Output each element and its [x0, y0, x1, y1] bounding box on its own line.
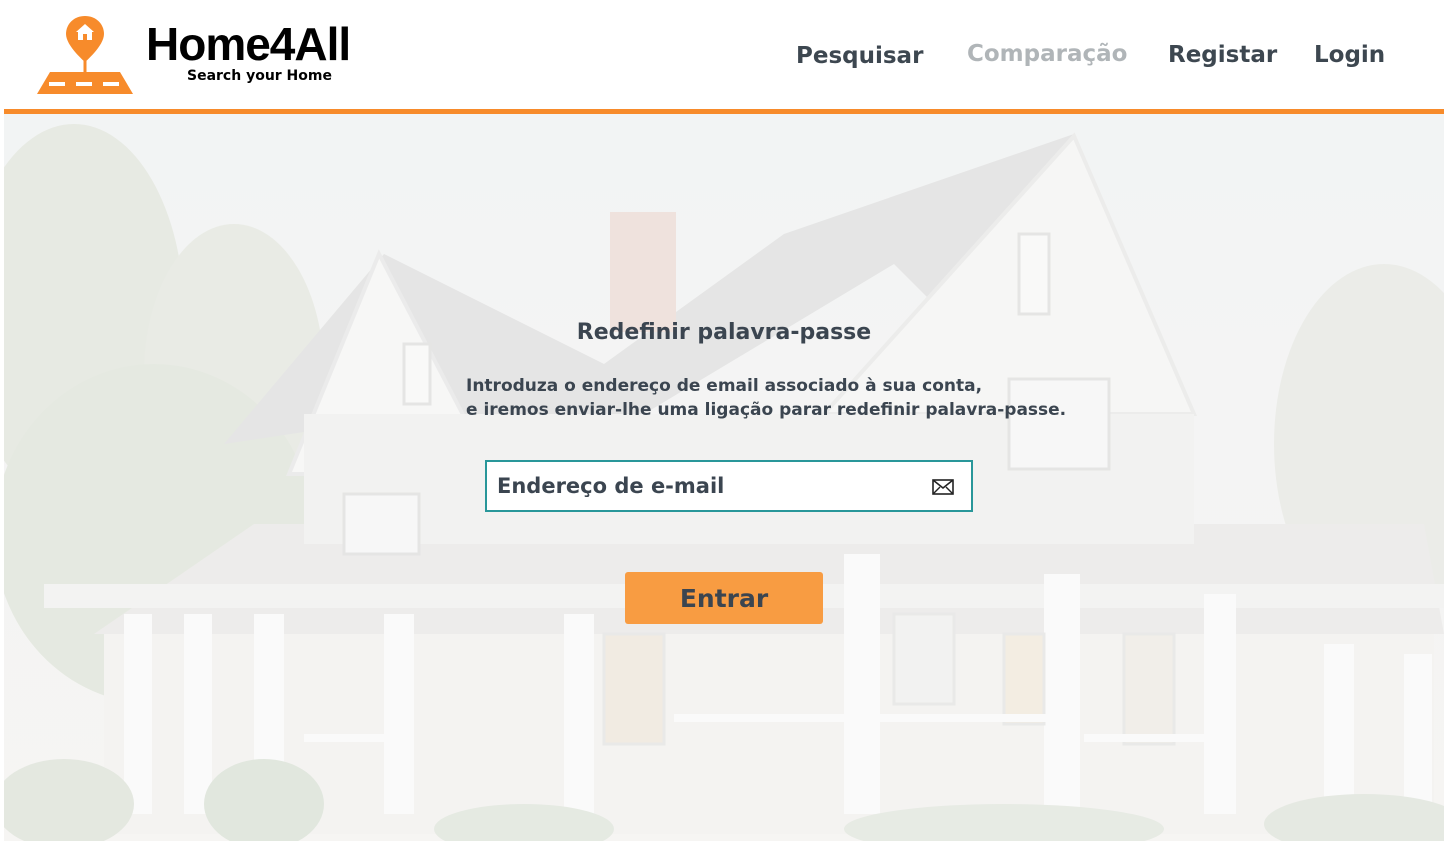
submit-button[interactable]: Entrar: [625, 572, 823, 624]
envelope-icon: [932, 479, 954, 495]
email-input[interactable]: [497, 471, 907, 501]
nav-pesquisar[interactable]: Pesquisar: [796, 43, 923, 69]
nav-registar[interactable]: Registar: [1168, 42, 1277, 68]
brand-name: Home4All: [146, 18, 351, 70]
email-field[interactable]: [485, 460, 973, 512]
page-title: Redefinir palavra-passe: [576, 320, 872, 345]
instructions-line-1: Introduza o endereço de email associado …: [466, 376, 983, 396]
instructions-line-2: e iremos enviar-lhe uma ligação parar re…: [466, 400, 1067, 420]
map-pin-house-icon: [37, 16, 133, 94]
nav-comparacao[interactable]: Comparação: [967, 41, 1127, 67]
site-header: Home4All Search your Home Pesquisar Comp…: [0, 0, 1448, 110]
brand-tagline: Search your Home: [187, 68, 332, 84]
nav-login[interactable]: Login: [1314, 42, 1385, 68]
brand-logo[interactable]: Home4All Search your Home: [36, 14, 376, 96]
